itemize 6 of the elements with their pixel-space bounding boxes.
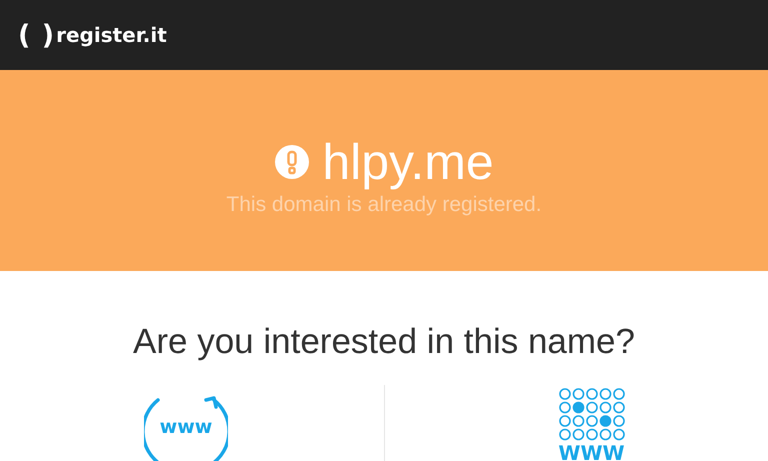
section-heading: Are you interested in this name? xyxy=(133,321,635,363)
logo-brackets: ( ) xyxy=(18,20,56,50)
status-message: This domain is already registered. xyxy=(226,192,542,216)
logo-text: register.it xyxy=(56,23,167,47)
alert-icon xyxy=(274,144,310,180)
domain-name: hlpy.me xyxy=(322,132,494,190)
